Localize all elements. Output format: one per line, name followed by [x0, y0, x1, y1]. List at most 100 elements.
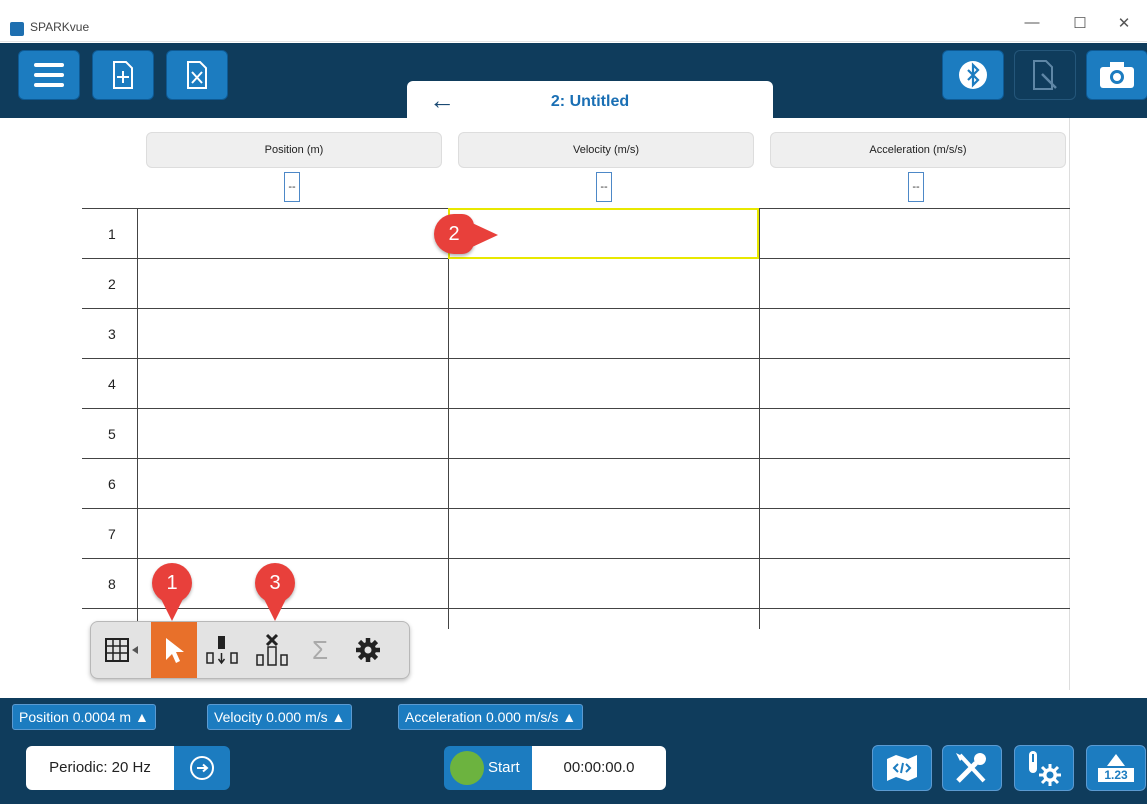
calculator-button[interactable]: 1.23 [1086, 745, 1146, 791]
snapshot-button[interactable] [1086, 50, 1147, 100]
sparkvue-window: SPARKvue — ☐ ✕ ← 2: Untitled Position (m… [0, 0, 1147, 804]
camera-icon [1100, 62, 1134, 88]
callout-2: 2 [434, 214, 474, 254]
table-cell[interactable] [448, 359, 759, 408]
menu-button[interactable] [18, 50, 80, 100]
main-toolbar: ← 2: Untitled [0, 43, 1147, 118]
minimize-button[interactable]: — [1020, 14, 1044, 31]
maximize-button[interactable]: ☐ [1068, 14, 1092, 32]
table-row: 4 [82, 358, 1070, 408]
triangle-up-icon [1107, 754, 1125, 766]
sample-rate-display[interactable]: Periodic: 20 Hz [26, 746, 174, 790]
delete-row-icon [256, 633, 288, 666]
table-cell[interactable] [759, 209, 1070, 258]
sensor-setup-button[interactable] [1014, 745, 1074, 791]
bluetooth-button[interactable] [942, 50, 1004, 100]
table-cell[interactable] [137, 359, 448, 408]
page-tab[interactable]: ← 2: Untitled [407, 81, 773, 118]
table-cell[interactable] [448, 409, 759, 458]
table-cell[interactable] [759, 359, 1070, 408]
sensor-settings-icon [1029, 751, 1061, 786]
table-cell[interactable] [448, 609, 759, 629]
table-cell[interactable] [759, 259, 1070, 308]
table-cell[interactable] [448, 509, 759, 558]
select-icon [166, 638, 184, 663]
table-cell[interactable] [137, 509, 448, 558]
table-type-button[interactable] [93, 622, 151, 678]
bottom-bar: Periodic: 20 Hz Start 00:00:00.0 1.23 [0, 737, 1147, 804]
statistics-icon[interactable]: Σ [297, 622, 343, 678]
table-cell[interactable] [137, 309, 448, 358]
table-cell[interactable] [759, 559, 1070, 608]
table-cell[interactable] [448, 309, 759, 358]
column-header-acceleration[interactable]: Acceleration (m/s/s) [770, 132, 1066, 168]
column-header-position[interactable]: Position (m) [146, 132, 442, 168]
caret-up-icon: ▲ [331, 709, 346, 725]
table-row: 3 [82, 308, 1070, 358]
measurement-velocity[interactable]: Velocity 0.000 m/s ▲ [207, 704, 353, 730]
table-cell[interactable] [137, 409, 448, 458]
table-settings-button[interactable] [345, 622, 391, 678]
table-tools-palette: Σ [90, 621, 410, 679]
menu-icon [34, 63, 64, 87]
row-number: 2 [108, 276, 116, 292]
measurement-position[interactable]: Position 0.0004 m ▲ [12, 704, 156, 730]
table-cell[interactable] [137, 259, 448, 308]
callout-1-pointer [160, 597, 184, 621]
sample-rate-button[interactable] [174, 746, 230, 790]
caret-up-icon: ▲ [134, 709, 149, 725]
code-button[interactable] [872, 745, 932, 791]
start-button[interactable]: Start [444, 746, 532, 790]
measurement-acceleration-label: Acceleration [405, 709, 483, 725]
measurement-acceleration[interactable]: Acceleration 0.000 m/s/s ▲ [398, 704, 584, 730]
live-measurements-bar: Position 0.0004 m ▲ Velocity 0.000 m/s ▲… [0, 698, 1147, 737]
column-header-velocity[interactable]: Velocity (m/s) [458, 132, 754, 168]
title-bar: SPARKvue — ☐ ✕ [0, 0, 1147, 42]
sampling-options-icon [190, 756, 214, 780]
data-table-panel: Position (m) Velocity (m/s) Acceleration… [82, 118, 1070, 690]
row-number: 8 [108, 576, 116, 592]
table-cell[interactable] [448, 259, 759, 308]
code-icon [887, 755, 917, 781]
insert-row-button[interactable] [199, 622, 245, 678]
table-cell[interactable] [759, 459, 1070, 508]
table-cell[interactable] [448, 459, 759, 508]
annotate-icon [1033, 60, 1057, 90]
annotate-button[interactable] [1014, 50, 1076, 100]
start-label: Start [488, 759, 520, 776]
column-live-value-acceleration: -- [908, 172, 924, 202]
page-title: 2: Untitled [550, 93, 630, 110]
table-row: 5 [82, 408, 1070, 458]
close-button[interactable]: ✕ [1112, 14, 1136, 32]
new-page-button[interactable] [92, 50, 154, 100]
measurement-velocity-label: Velocity [214, 709, 263, 725]
table-row: 7 [82, 508, 1070, 558]
tools-button[interactable] [942, 745, 1002, 791]
delete-row-button[interactable] [249, 622, 295, 678]
settings-icon [356, 638, 380, 662]
caret-up-icon: ▲ [562, 709, 577, 725]
start-icon [450, 751, 484, 785]
row-number: 1 [108, 226, 116, 242]
elapsed-time: 00:00:00.0 [532, 746, 666, 790]
select-tool-button[interactable] [151, 622, 197, 678]
column-live-value-velocity: -- [596, 172, 612, 202]
measurement-acceleration-value: 0.000 [485, 709, 521, 725]
table-cell[interactable] [448, 559, 759, 608]
table-cell[interactable] [137, 459, 448, 508]
table-cell[interactable] [137, 209, 448, 258]
table-cell[interactable] [759, 409, 1070, 458]
table-cell[interactable] [759, 509, 1070, 558]
window-title: SPARKvue [30, 20, 90, 34]
column-live-value-position: -- [284, 172, 300, 202]
measurement-velocity-value: 0.000 [266, 709, 302, 725]
callout-3-pointer [263, 597, 287, 621]
measurement-velocity-unit: m/s [305, 709, 328, 725]
delete-page-button[interactable] [166, 50, 228, 100]
row-number: 6 [108, 476, 116, 492]
table-cell[interactable] [759, 609, 1070, 629]
row-number: 5 [108, 426, 116, 442]
table-cell[interactable] [759, 309, 1070, 358]
table-row: 2 [82, 258, 1070, 308]
table-icon [105, 638, 138, 662]
